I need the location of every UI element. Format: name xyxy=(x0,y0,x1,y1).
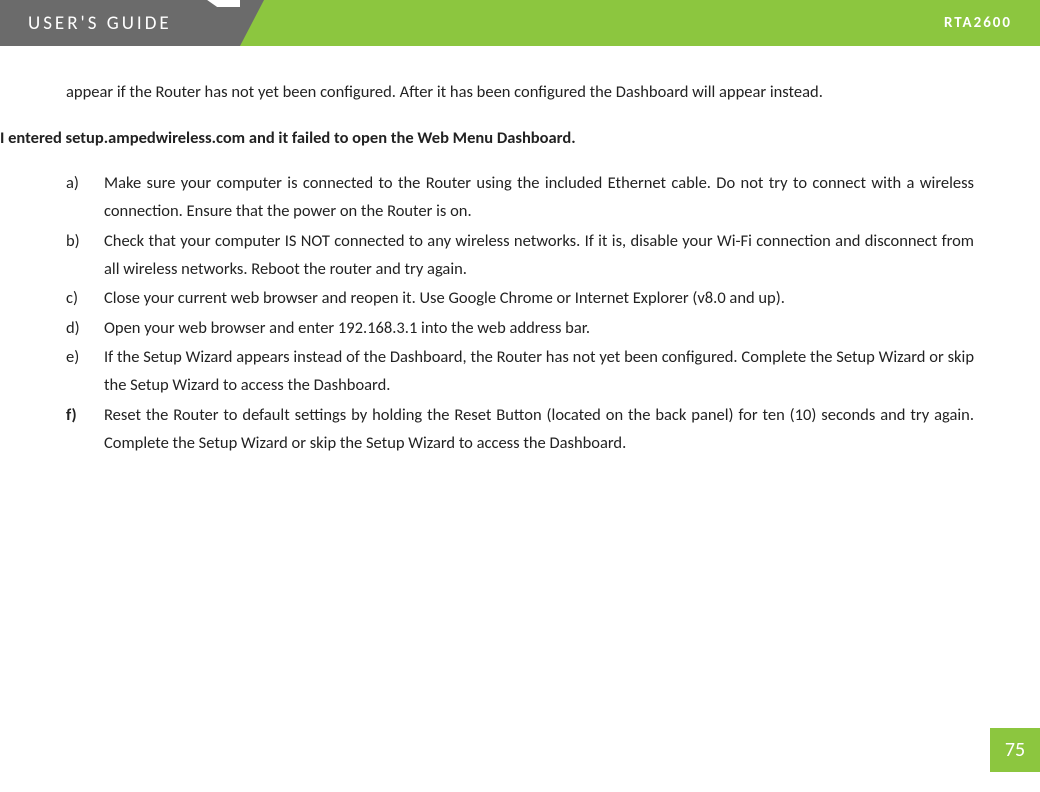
list-item: b) Check that your computer IS NOT conne… xyxy=(104,227,974,284)
troubleshooting-list: a) Make sure your computer is connected … xyxy=(66,169,974,458)
list-item: f) Reset the Router to default settings … xyxy=(104,401,974,458)
list-marker: e) xyxy=(66,343,79,371)
list-text: Close your current web browser and reope… xyxy=(104,288,785,308)
list-marker: a) xyxy=(66,169,79,197)
header-title: USER'S GUIDE xyxy=(28,12,172,35)
list-item: d) Open your web browser and enter 192.1… xyxy=(104,314,974,342)
header-left: USER'S GUIDE xyxy=(0,0,240,46)
content-area: appear if the Router has not yet been co… xyxy=(0,46,1040,458)
section-heading: I entered setup.ampedwireless.com and it… xyxy=(0,124,974,152)
intro-paragraph: appear if the Router has not yet been co… xyxy=(66,78,974,106)
list-item: a) Make sure your computer is connected … xyxy=(104,169,974,226)
page-number: 75 xyxy=(990,728,1040,772)
list-text: If the Setup Wizard appears instead of t… xyxy=(104,347,974,395)
header-notch-decoration xyxy=(203,0,257,7)
list-marker: f) xyxy=(66,401,77,429)
header-bar: USER'S GUIDE RTA2600 xyxy=(0,0,1040,46)
list-marker: b) xyxy=(66,227,80,255)
list-text: Open your web browser and enter 192.168.… xyxy=(104,318,590,338)
list-marker: d) xyxy=(66,314,80,342)
list-text: Check that your computer IS NOT connecte… xyxy=(104,231,974,279)
list-text: Reset the Router to default settings by … xyxy=(104,405,974,453)
list-item: e) If the Setup Wizard appears instead o… xyxy=(104,343,974,400)
header-title-block: USER'S GUIDE xyxy=(0,0,240,46)
header-model: RTA2600 xyxy=(944,14,1012,32)
list-marker: c) xyxy=(66,284,78,312)
list-item: c) Close your current web browser and re… xyxy=(104,284,974,312)
list-text: Make sure your computer is connected to … xyxy=(104,173,974,221)
